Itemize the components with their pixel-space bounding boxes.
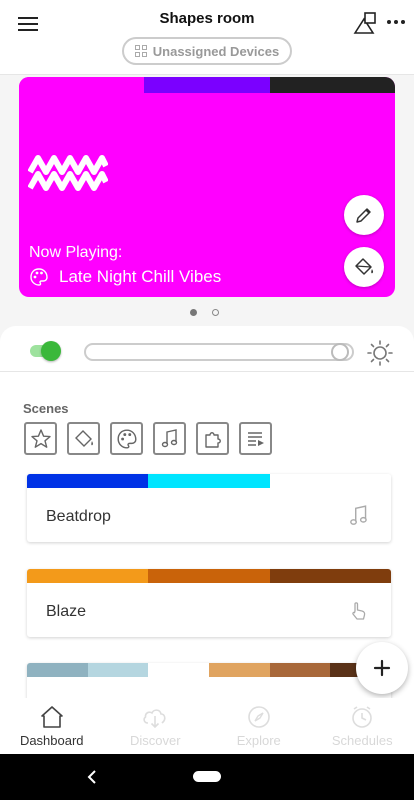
scene-name: Blaze: [46, 603, 87, 620]
nanoleaf-logo-icon: [28, 155, 108, 191]
filter-color[interactable]: [67, 422, 100, 455]
grid-icon: [134, 45, 147, 57]
edit-button[interactable]: [344, 195, 384, 235]
nav-label: Explore: [236, 733, 281, 748]
back-icon[interactable]: [84, 766, 100, 788]
palette-swatch: [269, 663, 331, 677]
toggle-knob: [41, 341, 61, 361]
slider-rail: [84, 343, 354, 361]
filter-palette[interactable]: [110, 422, 143, 455]
palette-swatch: [148, 663, 210, 677]
carousel-dot[interactable]: [190, 309, 197, 316]
nav-label: Discover: [129, 733, 181, 748]
scene-palette: [27, 474, 391, 488]
puzzle-icon: [204, 431, 221, 448]
carousel-dot[interactable]: [212, 309, 219, 316]
nav-explore[interactable]: Explore: [207, 698, 311, 754]
now-playing-card[interactable]: Now Playing: Late Night Chill Vibes: [19, 77, 395, 297]
palette-swatch: [269, 474, 391, 488]
filter-music[interactable]: [153, 422, 186, 455]
scene-filters: [24, 422, 272, 455]
paint-bucket-icon: [74, 429, 93, 447]
palette-swatch: [27, 569, 149, 583]
controls-panel: Scenes Beatdrop Blaze: [0, 326, 414, 731]
cloud-download-icon: [143, 709, 166, 729]
home-icon: [40, 706, 63, 728]
palette-bar: [19, 77, 395, 93]
palette-swatch: [148, 474, 270, 488]
nav-label: Dashboard: [19, 733, 84, 748]
carousel-indicator: [190, 309, 219, 316]
nav-schedules[interactable]: Schedules: [311, 698, 414, 754]
scene-palette: [27, 663, 391, 677]
power-toggle[interactable]: [30, 341, 61, 361]
filter-playlists[interactable]: [239, 422, 272, 455]
palette-icon: [30, 268, 48, 286]
menu-line: [18, 29, 38, 31]
now-playing-label: Now Playing:: [29, 244, 123, 261]
filter-plugins[interactable]: [196, 422, 229, 455]
pencil-icon: [356, 208, 371, 223]
effect-button[interactable]: [344, 247, 384, 287]
palette-swatch: [27, 663, 88, 677]
palette-swatch: [19, 77, 145, 93]
palette-icon: [116, 428, 137, 449]
palette-swatch: [269, 77, 395, 93]
filter-favorites[interactable]: [24, 422, 57, 455]
home-pill-button[interactable]: [193, 771, 221, 782]
scene-palette: [27, 569, 391, 583]
palette-swatch: [27, 474, 149, 488]
palette-swatch: [209, 663, 270, 677]
plus-icon: [373, 659, 391, 677]
bottom-navigation: Dashboard Discover Explore Schedules: [0, 698, 414, 754]
touch-icon: [352, 602, 366, 620]
more-options-button[interactable]: [384, 8, 408, 36]
palette-swatch: [87, 663, 149, 677]
clock-icon: [352, 706, 373, 728]
add-button[interactable]: [356, 642, 408, 694]
brightness-slider[interactable]: [84, 343, 354, 361]
app-screen: Shapes room Unassigned Devices Now Playi…: [0, 0, 414, 800]
music-note-icon: [161, 428, 177, 447]
scene-name: Beatdrop: [46, 508, 111, 525]
nav-dashboard[interactable]: Dashboard: [0, 698, 104, 754]
page-title: Shapes room: [159, 10, 255, 27]
brightness-icon: [367, 340, 393, 366]
system-navigation-bar: [0, 754, 414, 800]
nav-label: Schedules: [331, 733, 393, 748]
now-playing-track: Late Night Chill Vibes: [29, 267, 221, 287]
track-name: Late Night Chill Vibes: [59, 267, 222, 286]
compass-icon: [247, 706, 270, 728]
star-icon: [30, 428, 51, 448]
slider-thumb[interactable]: [331, 343, 349, 361]
playlist-icon: [247, 431, 264, 446]
divider: [0, 371, 414, 372]
shapes-layout-icon[interactable]: [353, 11, 377, 35]
palette-swatch: [144, 77, 270, 93]
scene-card[interactable]: Beatdrop: [27, 474, 391, 542]
nav-discover[interactable]: Discover: [104, 698, 208, 754]
unassigned-devices-button[interactable]: Unassigned Devices: [122, 37, 292, 65]
music-note-icon: [350, 505, 367, 525]
header: Shapes room Unassigned Devices: [0, 0, 414, 75]
palette-swatch: [269, 569, 391, 583]
paint-bucket-icon: [355, 258, 374, 275]
unassigned-devices-label: Unassigned Devices: [152, 43, 280, 59]
scenes-heading: Scenes: [23, 401, 69, 416]
scene-card[interactable]: Blaze: [27, 569, 391, 637]
palette-swatch: [148, 569, 270, 583]
